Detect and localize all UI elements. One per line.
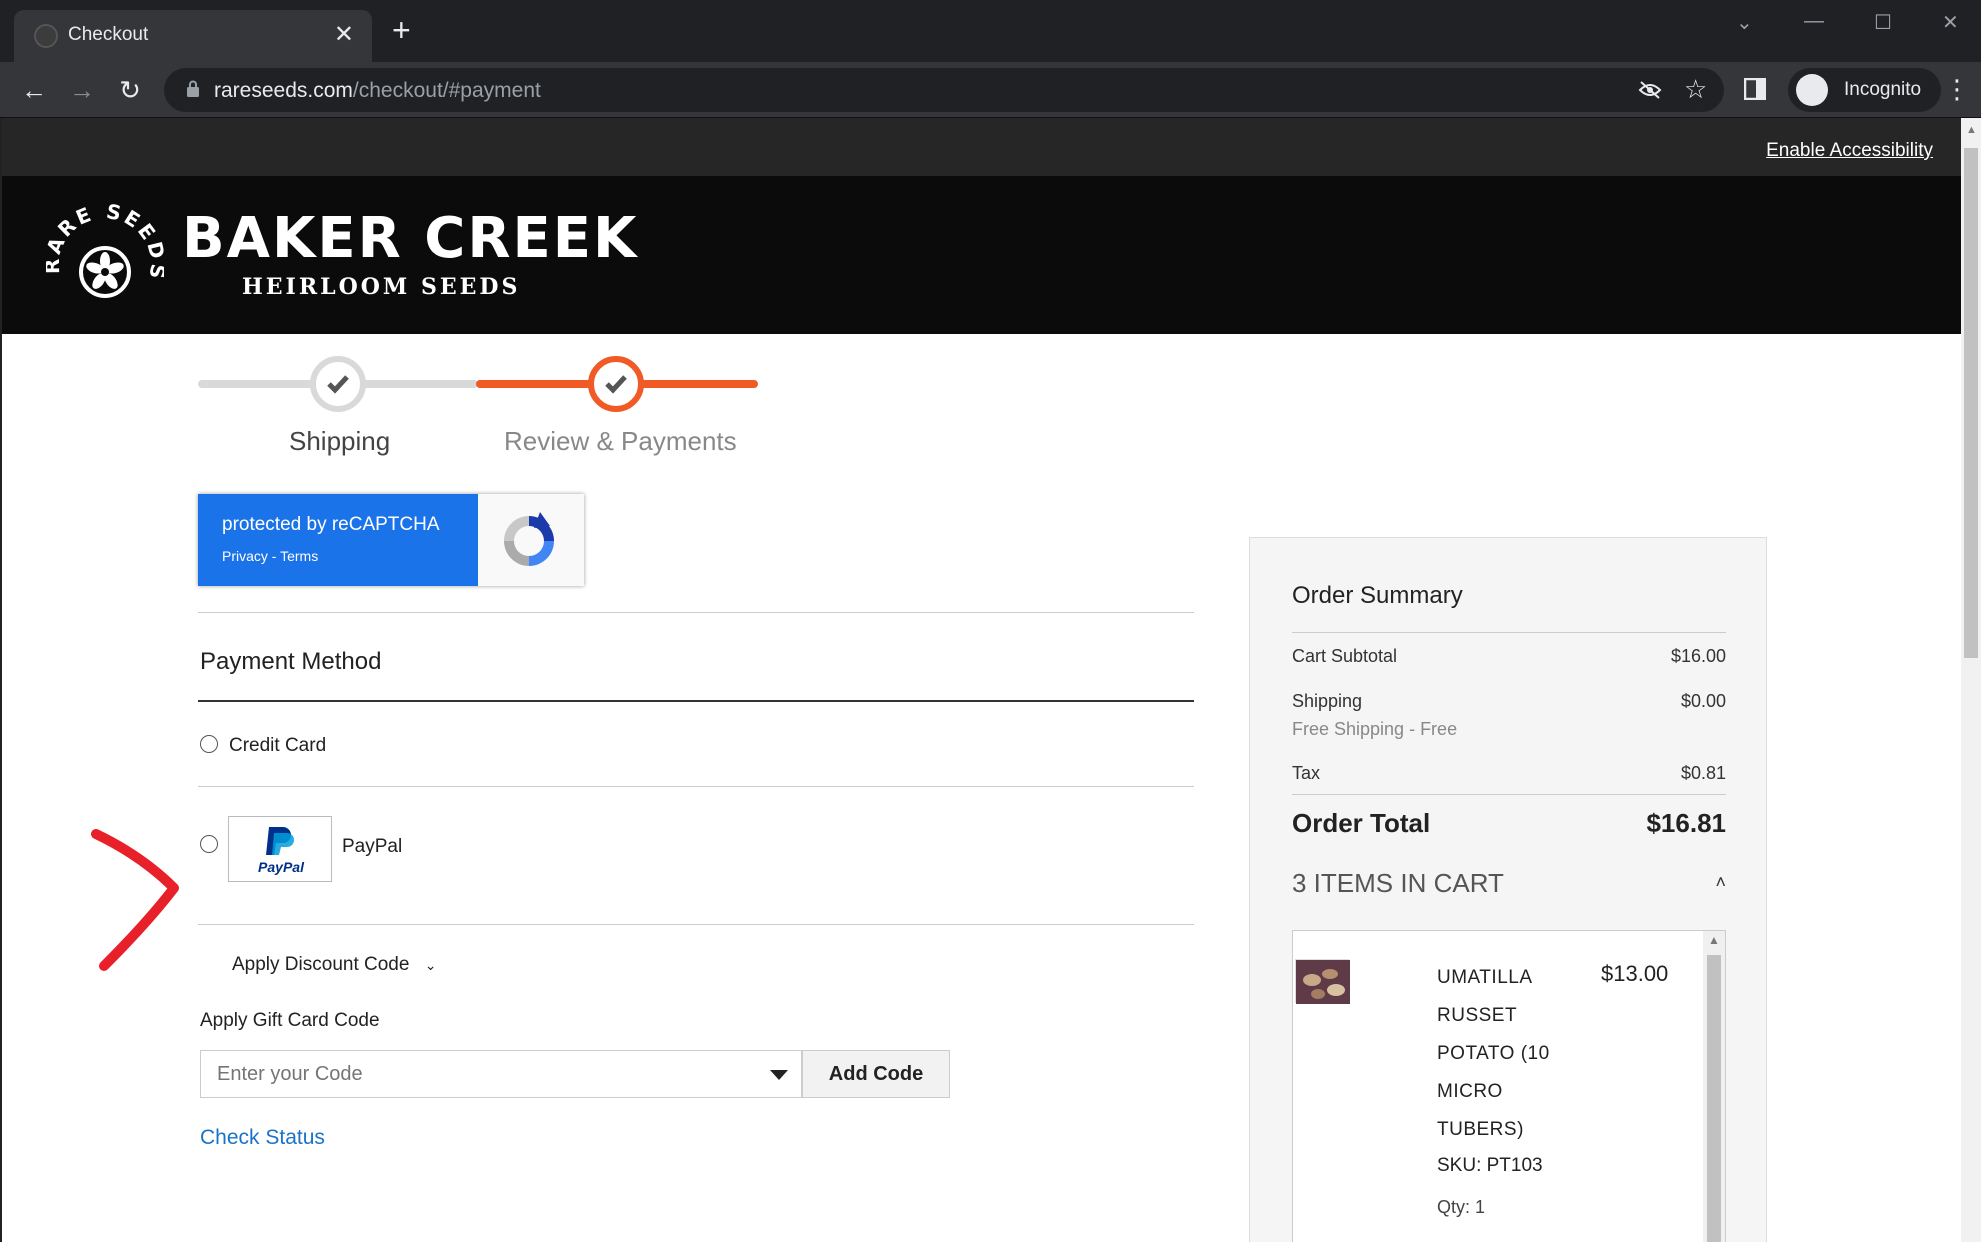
site-favicon-icon [34,24,58,48]
checkmark-icon [605,375,627,394]
checkmark-icon [327,375,349,394]
divider [1292,632,1726,633]
browser-tab[interactable]: Checkout ✕ [14,10,372,62]
shipping-method: Free Shipping - Free [1292,719,1458,739]
apply-discount-label: Apply Discount Code [232,954,410,975]
eye-off-icon[interactable] [1638,80,1662,100]
shipping-label: Shipping [1292,691,1363,711]
incognito-icon [1796,74,1828,106]
address-bar[interactable]: rareseeds.com/checkout/#payment ☆ [164,68,1724,112]
page-viewport: Enable Accessibility RARE SEEDS BAKER CR… [0,118,1961,1242]
annotation-chevron-icon [91,829,179,971]
cart-item-sku: SKU: PT103 [1437,1155,1543,1176]
scroll-up-arrow-icon[interactable]: ▲ [1708,933,1720,947]
close-window-icon[interactable]: ✕ [1942,10,1959,35]
order-summary-panel: Order Summary Cart Subtotal $16.00 Shipp… [1249,537,1767,1242]
divider [198,612,1194,613]
potato-image-icon [1296,960,1350,1004]
tax-row: Tax $0.81 [1292,763,1726,784]
product-thumbnail[interactable] [1295,959,1350,1004]
subtotal-row: Cart Subtotal $16.00 [1292,646,1726,667]
divider [198,700,1194,702]
close-tab-icon[interactable]: ✕ [334,20,354,49]
browser-tab-strip: Checkout ✕ + ⌄ — ☐ ✕ [0,0,1981,62]
cart-item-name[interactable]: UMATILLA RUSSET POTATO (10 MICRO TUBERS) [1437,959,1577,1149]
cart-item-price: $13.00 [1601,961,1669,986]
order-total-value: $16.81 [1646,808,1726,838]
check-status-link[interactable]: Check Status [200,1126,325,1150]
url-text: rareseeds.com/checkout/#payment [214,79,541,102]
recaptcha-badge[interactable]: protected by reCAPTCHA Privacy - Terms [198,494,584,586]
order-summary-title: Order Summary [1292,582,1463,609]
recaptcha-logo-icon [504,512,554,566]
gift-card-code-input[interactable] [200,1050,802,1098]
tab-search-icon[interactable]: ⌄ [1736,10,1753,35]
rare-seeds-logo-icon[interactable]: RARE SEEDS [46,202,164,312]
cart-items-list: UMATILLA RUSSET POTATO (10 MICRO TUBERS)… [1292,930,1726,1242]
browser-menu-icon[interactable]: ⋮ [1944,74,1970,105]
incognito-label: Incognito [1844,79,1922,100]
page-scrollbar[interactable]: ▲ [1961,118,1981,1242]
cart-item-qty: Qty: 1 [1437,1197,1486,1217]
accessibility-bar: Enable Accessibility [2,118,1961,176]
divider [198,924,1194,925]
tax-label: Tax [1292,763,1321,783]
recaptcha-links[interactable]: Privacy - Terms [222,548,318,564]
paypal-logo-text: PayPal [258,859,304,875]
cart-list-scrollbar[interactable]: ▲ [1703,931,1725,1242]
step-payments-circle [588,356,644,412]
order-total-label: Order Total [1292,808,1431,838]
step-shipping-circle[interactable] [310,356,366,412]
credit-card-radio[interactable] [200,735,218,753]
bookmark-star-icon[interactable]: ☆ [1684,74,1707,105]
tax-value: $0.81 [1680,763,1726,783]
credit-card-label[interactable]: Credit Card [229,735,326,757]
brand-name[interactable]: BAKER CREEK [182,206,638,271]
reload-icon[interactable]: ↻ [112,72,148,108]
incognito-profile-button[interactable]: Incognito [1788,68,1942,112]
gift-card-label: Apply Gift Card Code [200,1010,380,1031]
step-label-payments: Review & Payments [504,426,737,456]
back-icon[interactable]: ← [16,72,52,108]
add-code-button[interactable]: Add Code [802,1050,950,1098]
brand-subtitle: HEIRLOOM SEEDS [242,274,521,300]
subtotal-value: $16.00 [1670,646,1726,666]
forward-icon[interactable]: → [64,72,100,108]
side-panel-icon[interactable] [1744,78,1766,100]
step-label-shipping[interactable]: Shipping [289,426,390,457]
page-scrollbar-thumb[interactable] [1964,148,1978,658]
checkout-progress: Shipping Review & Payments [198,334,758,457]
minimize-icon[interactable]: — [1804,10,1824,33]
order-total-row: Order Total $16.81 [1292,808,1726,839]
maximize-icon[interactable]: ☐ [1874,10,1892,35]
subtotal-label: Cart Subtotal [1292,646,1398,666]
paypal-p-icon [266,827,294,855]
scroll-up-arrow-icon[interactable]: ▲ [1966,124,1977,136]
enable-accessibility-link[interactable]: Enable Accessibility [1766,140,1933,162]
new-tab-icon[interactable]: + [392,14,411,46]
paypal-logo[interactable]: PayPal [228,816,332,882]
payment-method-title: Payment Method [200,648,382,675]
tab-title: Checkout [68,24,149,45]
chevron-up-icon[interactable]: ˄ [1715,872,1726,893]
items-in-cart-toggle[interactable]: 3 ITEMS IN CART [1292,868,1504,899]
dropdown-caret-icon[interactable] [770,1070,788,1080]
scrollbar-thumb[interactable] [1707,955,1721,1242]
shipping-value: $0.00 [1680,691,1726,711]
lock-icon [187,80,199,97]
site-header: RARE SEEDS BAKER CREEK HEIRLOOM SEEDS [2,176,1961,334]
recaptcha-text-panel: protected by reCAPTCHA Privacy - Terms [198,494,478,586]
recaptcha-title: protected by reCAPTCHA [222,514,440,535]
shipping-row: Shipping $0.00 [1292,691,1726,712]
apply-discount-toggle[interactable]: Apply Discount Code ⌄ [232,954,436,976]
chevron-down-icon: ⌄ [424,957,437,973]
paypal-label[interactable]: PayPal [342,836,402,858]
browser-toolbar: ← → ↻ rareseeds.com/checkout/#payment ☆ … [0,62,1981,118]
divider [198,786,1194,787]
divider [1292,794,1726,795]
paypal-radio[interactable] [200,835,218,853]
